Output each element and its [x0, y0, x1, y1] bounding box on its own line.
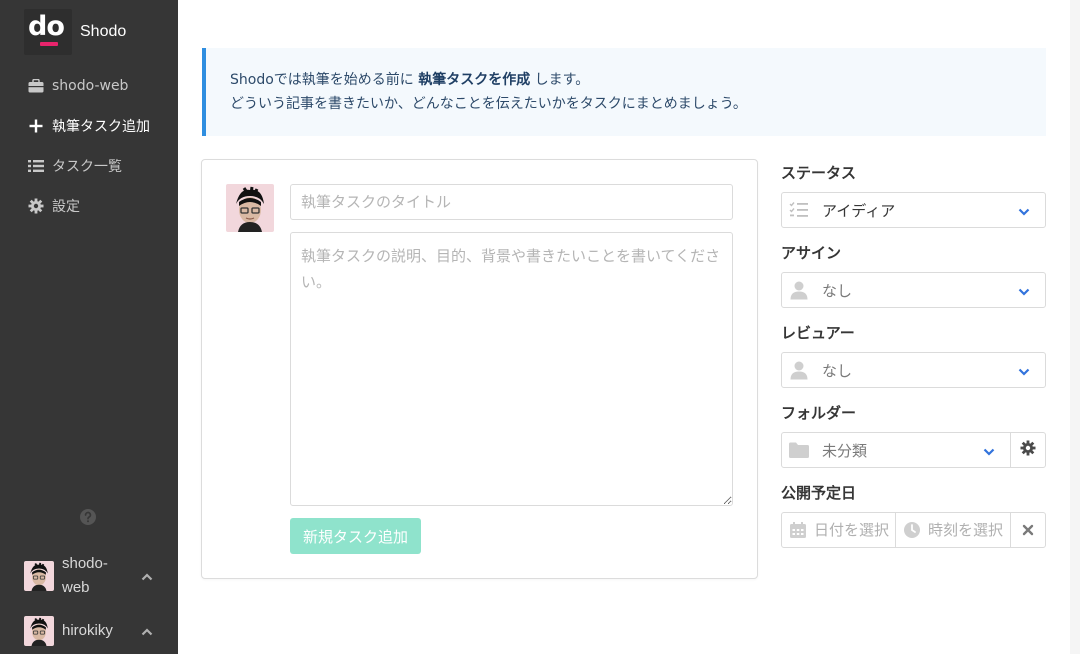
date-input[interactable]	[814, 521, 890, 539]
notice-line-1: Shodoでは執筆を始める前に 執筆タスクを作成 します。	[230, 68, 1046, 92]
status-select[interactable]: アイディア	[781, 192, 1046, 228]
list-icon	[27, 157, 45, 175]
gear-icon	[27, 197, 45, 215]
calendar-icon	[782, 513, 814, 547]
chevron-down-icon	[1017, 204, 1031, 218]
chevron-down-icon	[1017, 284, 1031, 298]
notice-text: Shodoでは執筆を始める前に	[230, 72, 419, 88]
sidebar-item-label: タスク一覧	[52, 159, 122, 175]
time-input[interactable]	[928, 521, 1004, 539]
chevron-up-icon	[140, 624, 154, 638]
notice-text: します。	[530, 72, 590, 88]
task-title-input[interactable]	[290, 184, 733, 220]
chevron-down-icon	[1017, 364, 1031, 378]
briefcase-icon	[27, 77, 45, 95]
time-field[interactable]	[895, 512, 1011, 548]
add-task-button[interactable]: 新規タスク追加	[290, 518, 422, 554]
folder-control: 未分類	[781, 432, 1046, 468]
info-notice: Shodoでは執筆を始める前に 執筆タスクを作成 します。 どういう記事を書きた…	[202, 48, 1046, 136]
user-menu[interactable]: hirokiky	[24, 616, 154, 646]
assign-select[interactable]: なし	[781, 272, 1046, 308]
page-edge	[1070, 0, 1080, 654]
sidebar-item-task-list[interactable]: タスク一覧	[0, 146, 178, 186]
folder-icon	[782, 433, 816, 467]
clock-icon	[896, 513, 928, 547]
sidebar-nav: shodo-web 執筆タスク追加 タスク一覧 設定	[0, 66, 178, 226]
close-icon	[1022, 521, 1034, 540]
sidebar-item-label: 設定	[52, 199, 80, 215]
brand[interactable]: do Shodo	[24, 9, 126, 55]
sidebar: do Shodo shodo-web 執筆タスク追加 タスク一覧 設定 shod…	[0, 0, 178, 654]
date-field[interactable]	[781, 512, 896, 548]
help-icon[interactable]	[79, 508, 97, 526]
user-name: hirokiky	[62, 622, 113, 639]
folder-select[interactable]: 未分類	[781, 432, 1011, 468]
clear-date-button[interactable]	[1010, 512, 1046, 548]
avatar	[24, 616, 54, 646]
avatar	[226, 184, 274, 232]
task-list-icon	[782, 193, 816, 227]
chevron-up-icon	[140, 569, 154, 583]
publish-date-control	[781, 512, 1046, 548]
folder-settings-button[interactable]	[1010, 432, 1046, 468]
folder-value: 未分類	[822, 441, 868, 460]
gear-icon	[1020, 440, 1036, 460]
brand-name: Shodo	[80, 23, 127, 40]
task-form-card: 新規タスク追加	[201, 159, 758, 579]
notice-emphasis: 執筆タスクを作成	[418, 72, 531, 88]
reviewer-label: レビュアー	[781, 324, 855, 342]
status-label: ステータス	[781, 164, 857, 182]
notice-line-2: どういう記事を書きたいか、どんなことを伝えたいかをタスクにまとめましょう。	[230, 96, 747, 112]
plus-icon	[27, 117, 45, 135]
avatar	[24, 561, 54, 591]
folder-label: フォルダー	[781, 404, 857, 422]
logo-text: do	[28, 11, 65, 42]
org-name: shodo- web	[62, 555, 108, 596]
sidebar-item-label: shodo-web	[52, 78, 129, 94]
org-switcher[interactable]: shodo- web	[24, 552, 154, 600]
reviewer-value: なし	[822, 361, 853, 380]
sidebar-item-project[interactable]: shodo-web	[0, 66, 178, 106]
chevron-down-icon	[982, 444, 996, 458]
assign-label: アサイン	[781, 244, 842, 262]
sidebar-item-add-task[interactable]: 執筆タスク追加	[0, 106, 178, 146]
logo-accent-bar	[40, 42, 58, 46]
user-icon	[782, 353, 816, 387]
sidebar-item-label: 執筆タスク追加	[52, 119, 150, 135]
task-description-input[interactable]	[290, 232, 733, 506]
sidebar-item-settings[interactable]: 設定	[0, 186, 178, 226]
publish-date-label: 公開予定日	[781, 484, 857, 502]
status-value: アイディア	[822, 201, 896, 220]
assign-value: なし	[822, 281, 853, 300]
reviewer-select[interactable]: なし	[781, 352, 1046, 388]
shodo-logo: do	[24, 9, 72, 55]
user-icon	[782, 273, 816, 307]
